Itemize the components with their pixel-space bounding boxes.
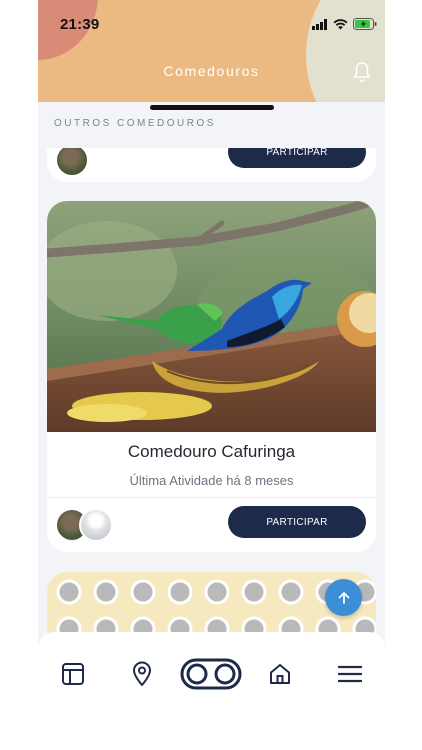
nav-item-map[interactable]	[125, 657, 159, 691]
feeder-card[interactable]: Comedouro Cafuringa Última Atividade há …	[47, 201, 376, 552]
binoculars-icon	[180, 658, 242, 690]
status-icons	[312, 18, 377, 30]
participate-button[interactable]: PARTICIPAR	[228, 506, 366, 538]
nav-item-feed[interactable]	[56, 657, 90, 691]
home-icon	[270, 664, 290, 684]
header-decoration-right	[306, 0, 385, 102]
last-activity: Última Atividade há 8 meses	[129, 473, 294, 488]
nav-item-binoculars[interactable]	[180, 657, 242, 691]
wifi-icon	[333, 18, 348, 29]
nav-item-menu[interactable]	[333, 657, 367, 691]
status-time: 21:39	[60, 16, 100, 33]
signal-icon	[312, 18, 327, 30]
app-screen: 21:39 Comedouros OUTROS COMEDOUROS PARTI…	[38, 0, 385, 750]
feeder-title: Comedouro Cafuringa	[127, 442, 296, 461]
feed-icon	[62, 663, 84, 685]
avatar	[79, 508, 113, 542]
battery-icon	[353, 18, 377, 30]
arrow-up-icon	[338, 591, 349, 604]
divider	[47, 497, 376, 498]
page-title: Comedouros	[163, 63, 260, 79]
avatar	[55, 143, 89, 177]
map-pin-icon	[133, 661, 151, 686]
feeder-photo	[47, 201, 376, 432]
scroll-top-button[interactable]	[325, 579, 362, 616]
bell-icon[interactable]	[350, 60, 374, 84]
home-indicator	[150, 105, 274, 110]
menu-icon	[338, 665, 362, 683]
header: 21:39 Comedouros	[38, 0, 385, 102]
bottom-nav	[38, 632, 385, 750]
nav-item-home[interactable]	[263, 657, 297, 691]
